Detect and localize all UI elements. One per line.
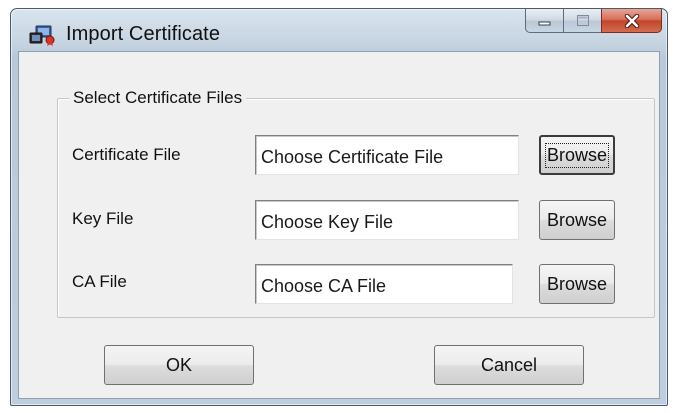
certificate-file-label: Certificate File bbox=[72, 145, 181, 164]
certificate-app-icon bbox=[29, 25, 55, 46]
ca-file-label: CA File bbox=[72, 272, 127, 291]
ok-button[interactable]: OK bbox=[104, 345, 254, 385]
window-title: Import Certificate bbox=[66, 23, 221, 45]
dialog-body: Select Certificate Files Certificate Fil… bbox=[18, 51, 660, 399]
minimize-icon bbox=[538, 21, 550, 25]
key-file-label: Key File bbox=[72, 209, 134, 228]
maximize-icon bbox=[576, 14, 589, 26]
key-browse-button[interactable]: Browse bbox=[539, 200, 615, 240]
ca-browse-button[interactable]: Browse bbox=[539, 264, 615, 304]
group-legend: Select Certificate Files bbox=[69, 88, 247, 108]
certificate-browse-button[interactable]: Browse bbox=[539, 135, 615, 175]
minimize-button[interactable] bbox=[525, 9, 563, 33]
maximize-button[interactable] bbox=[563, 9, 601, 33]
ca-file-input[interactable] bbox=[255, 264, 513, 304]
cancel-button[interactable]: Cancel bbox=[434, 345, 584, 385]
ca-browse-label: Browse bbox=[546, 273, 608, 294]
title-bar[interactable]: Import Certificate bbox=[11, 9, 667, 49]
certificate-file-input[interactable] bbox=[255, 135, 519, 175]
import-certificate-dialog: Import Certificate Select Certificate Fi… bbox=[10, 8, 668, 406]
close-icon bbox=[624, 13, 639, 28]
key-file-input[interactable] bbox=[255, 200, 519, 240]
close-button[interactable] bbox=[601, 9, 662, 33]
caption-buttons bbox=[525, 9, 662, 33]
key-browse-label: Browse bbox=[546, 209, 608, 230]
certificate-browse-label: Browse bbox=[544, 142, 610, 168]
